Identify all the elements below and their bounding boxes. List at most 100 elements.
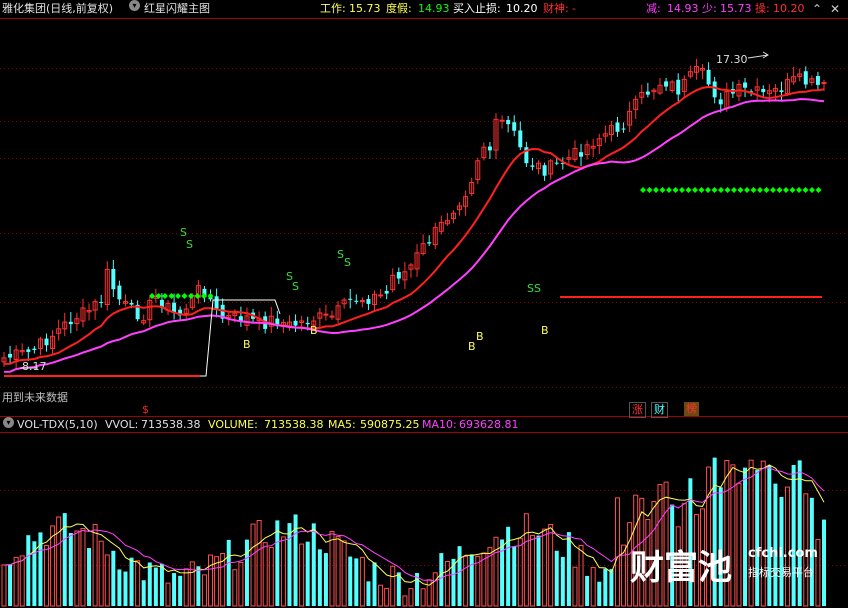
volume-bar-up <box>80 527 86 607</box>
candle-body-down <box>706 69 711 85</box>
volume-bar-down <box>755 469 760 606</box>
volume-bar-up <box>56 516 62 607</box>
candle-body-down <box>512 122 517 131</box>
candle-body-down <box>579 152 584 157</box>
volume-bar-down <box>791 465 796 606</box>
collapse-up-icon[interactable]: ⌃ <box>812 0 822 18</box>
candle-body-down <box>530 165 535 167</box>
volume-bar-down <box>111 550 116 606</box>
candle-body-down <box>664 81 669 87</box>
candle-body-down <box>117 285 122 300</box>
candle-body-down <box>214 296 219 309</box>
candle-body-down <box>718 99 723 105</box>
close-icon[interactable]: ✕ <box>830 0 840 18</box>
volume-bar-down <box>773 483 778 606</box>
green-diamond <box>653 187 659 193</box>
green-diamond <box>692 187 698 193</box>
volume-bar-up <box>408 588 414 607</box>
volume-bar-up <box>183 568 189 607</box>
candle-body-down <box>621 128 626 130</box>
stock-title[interactable]: 雅化集团(日线,前复权) <box>2 0 113 18</box>
dujia-label: 度假: <box>386 2 412 15</box>
volume-bar-down <box>597 581 602 606</box>
volume-value: 713538.38 <box>264 418 324 431</box>
volume-bar-up <box>384 587 390 607</box>
volume-bar-down <box>354 558 359 606</box>
green-diamond <box>757 187 763 193</box>
volume-bar-down <box>311 523 316 606</box>
cao-label: 操: <box>755 2 770 15</box>
volume-bar-down <box>117 569 122 606</box>
volume-bar-up <box>614 497 620 607</box>
green-diamond <box>789 187 796 193</box>
signal-b: B <box>541 324 549 337</box>
volume-bar-up <box>621 544 627 607</box>
candle-body-up <box>499 119 505 122</box>
volume-bar-up <box>523 513 529 607</box>
volume-bar-down <box>226 539 231 606</box>
volume-bar-up <box>1 564 7 607</box>
green-diamond <box>737 187 744 193</box>
candle-body-down <box>68 321 73 325</box>
green-diamond <box>672 187 679 193</box>
candle-body-down <box>815 76 820 85</box>
green-diamond <box>646 187 653 193</box>
green-diamond <box>162 293 168 299</box>
dujia-value: 14.93 <box>418 2 450 15</box>
candle-body-down <box>487 146 492 151</box>
green-diamond <box>194 293 201 299</box>
green-diamond <box>685 187 692 193</box>
volume-bar-down <box>244 539 249 606</box>
volume-bar-down <box>439 553 444 606</box>
volume-bar-down <box>196 566 201 606</box>
volume-bar-down <box>554 550 559 606</box>
volume-bar-down <box>500 539 505 606</box>
volume-bar-down <box>159 563 164 606</box>
volume-bar-up <box>44 545 50 607</box>
candle-body-down <box>366 298 371 304</box>
tag-zhang[interactable]: 涨 <box>629 402 646 418</box>
volume-bar-down <box>457 546 462 606</box>
volume-bar-up <box>104 554 110 607</box>
signal-s: S <box>337 248 344 261</box>
green-diamond <box>705 187 711 193</box>
vvol-label: VVOL: <box>105 418 139 431</box>
green-diamond <box>640 187 646 193</box>
candle-body-down <box>384 290 389 294</box>
volume-bar-down <box>797 460 802 606</box>
green-diamond <box>698 187 705 193</box>
volume-bar-down <box>68 533 73 606</box>
volume-bar-up <box>463 555 469 607</box>
volume-bar-down <box>287 523 292 606</box>
candle-body-down <box>506 119 511 125</box>
volume-bar-up <box>189 561 195 607</box>
tag-cai[interactable]: 财 <box>651 402 668 418</box>
signal-b: B <box>243 338 251 351</box>
max-price-label: 17.30 <box>716 53 748 66</box>
signal-s: S <box>292 280 299 293</box>
candle-body-down <box>427 242 432 244</box>
volume-bar-down <box>141 580 146 606</box>
green-diamond <box>181 293 188 299</box>
tag-bang[interactable]: 榜 <box>684 402 699 416</box>
volume-bar-down <box>396 572 401 606</box>
ma5-label: MA5: <box>328 418 356 431</box>
volume-bar-down <box>8 564 13 606</box>
green-diamond <box>802 187 809 193</box>
candle-body-down <box>761 88 766 93</box>
volume-bar-up <box>19 555 25 607</box>
work-value: 15.73 <box>349 2 381 15</box>
volume-bar-up <box>402 595 408 607</box>
ma10-label: MA10: <box>422 418 457 431</box>
green-diamond <box>796 187 802 193</box>
candle-body-down <box>348 298 353 300</box>
volume-bar-down <box>323 553 328 606</box>
candle-body-down <box>396 272 401 279</box>
green-diamond <box>711 187 718 193</box>
candle-body-down <box>26 349 31 352</box>
candle-body-down <box>712 81 717 98</box>
volume-bar-up <box>432 572 438 607</box>
volume-bar-up <box>329 530 335 607</box>
indicator-name[interactable]: 红星闪耀主图 <box>144 0 210 18</box>
volume-indicator-name[interactable]: VOL-TDX(5,10) <box>17 417 98 433</box>
